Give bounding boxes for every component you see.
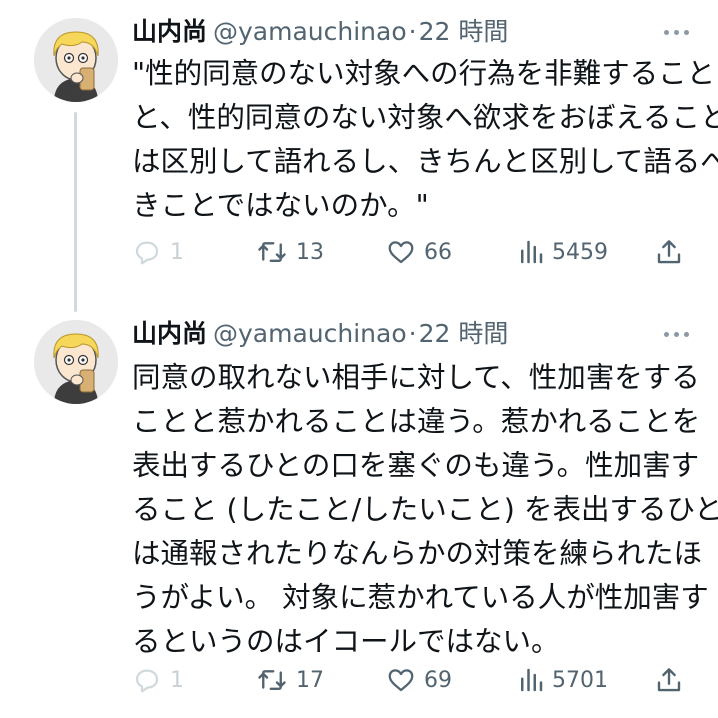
views-bars-icon [521, 240, 543, 264]
avatar-image [34, 18, 118, 102]
avatar[interactable] [34, 18, 118, 102]
timestamp[interactable]: 22 時間 [419, 314, 509, 354]
heart-icon [388, 241, 414, 264]
heart-icon [388, 669, 414, 692]
retweet-button[interactable]: 13 [256, 232, 324, 272]
like-button[interactable]: 69 [386, 660, 452, 700]
author-name[interactable]: 山内尚 [132, 314, 207, 354]
reply-button[interactable]: 1 [132, 232, 184, 272]
author-name[interactable]: 山内尚 [132, 12, 207, 52]
tweet-header: 山内尚 @yamauchinao · 22 時間 [132, 12, 508, 52]
retweet-count: 17 [296, 667, 324, 693]
author-handle[interactable]: @yamauchinao [213, 12, 407, 52]
view-count: 5459 [552, 239, 608, 265]
tweet-text: "性的同意のない対象への行為を非難すること と、性的同意のない対象へ欲求をおぼえ… [132, 57, 718, 222]
views-button[interactable]: 5459 [518, 232, 608, 272]
views-button[interactable]: 5701 [518, 660, 608, 700]
separator-dot: · [408, 319, 417, 348]
reply-button[interactable]: 1 [132, 660, 184, 700]
avatar[interactable] [34, 320, 118, 404]
reply-bubble-icon [135, 669, 159, 693]
timestamp[interactable]: 22 時間 [419, 12, 509, 52]
more-dots-icon[interactable] [656, 319, 696, 349]
share-upload-icon [657, 668, 681, 692]
tweet-actions: 1 17 69 5701 [132, 660, 688, 700]
like-count: 66 [424, 239, 452, 265]
tweet-text: 同意の取れない相手に対して、性加害をする ことと惹かれることは違う。惹かれること… [132, 361, 718, 658]
like-button[interactable]: 66 [386, 232, 452, 272]
reply-count: 1 [170, 239, 184, 265]
avatar-image [34, 320, 118, 404]
retweet-icon [258, 670, 286, 690]
thread-connector-line [74, 112, 77, 312]
reply-bubble-icon [135, 241, 159, 265]
retweet-count: 13 [296, 239, 324, 265]
retweet-icon [258, 242, 286, 262]
share-button[interactable] [654, 232, 684, 272]
reply-count: 1 [170, 667, 184, 693]
more-dots-icon[interactable] [656, 17, 696, 47]
views-bars-icon [521, 668, 543, 692]
share-upload-icon [657, 240, 681, 264]
retweet-button[interactable]: 17 [256, 660, 324, 700]
tweet-actions: 1 13 66 5459 [132, 232, 688, 272]
share-button[interactable] [654, 660, 684, 700]
tweet-header: 山内尚 @yamauchinao · 22 時間 [132, 314, 508, 354]
like-count: 69 [424, 667, 452, 693]
author-handle[interactable]: @yamauchinao [213, 314, 407, 354]
view-count: 5701 [552, 667, 608, 693]
separator-dot: · [408, 17, 417, 46]
